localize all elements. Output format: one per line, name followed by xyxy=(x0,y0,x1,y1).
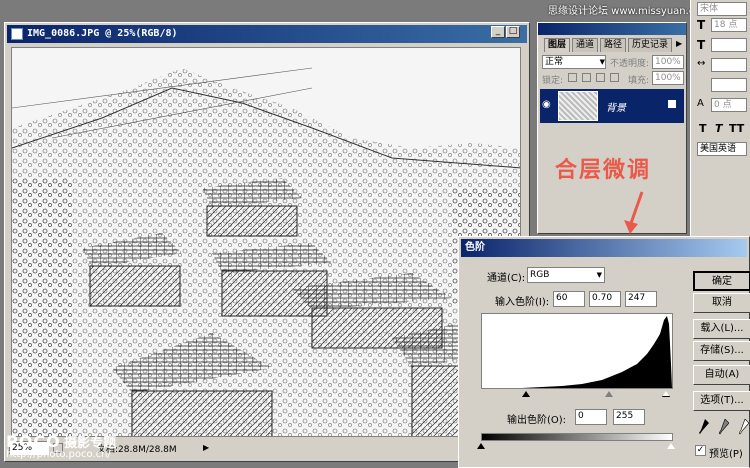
lock-brush-icon[interactable] xyxy=(582,73,591,82)
baseline-input[interactable]: 0 点 xyxy=(711,98,747,112)
lock-all-icon[interactable] xyxy=(610,73,619,82)
opacity-input[interactable]: 100% xyxy=(652,55,684,69)
ok-button[interactable]: 确定 xyxy=(693,271,750,291)
horizontal-scale-input[interactable] xyxy=(711,78,747,92)
poco-url: http://photo.poco.cn/ xyxy=(6,449,111,460)
tab-layers[interactable]: 图层 xyxy=(544,38,571,52)
font-size-icon: T xyxy=(697,18,706,32)
output-black-field[interactable]: 0 xyxy=(575,409,607,425)
image-canvas[interactable] xyxy=(11,47,521,437)
input-white-field[interactable]: 247 xyxy=(625,291,657,307)
panel-menu-icon[interactable]: ▶ xyxy=(676,39,682,48)
bold-style-button[interactable]: T xyxy=(699,122,707,135)
input-black-slider[interactable] xyxy=(522,391,530,397)
input-gamma-slider[interactable] xyxy=(605,391,613,397)
layer-thumbnail xyxy=(558,91,598,121)
font-size-input[interactable]: 18 点 xyxy=(711,18,747,32)
output-white-field[interactable]: 255 xyxy=(613,409,645,425)
output-gradient-bar xyxy=(481,433,673,441)
visibility-eye-icon[interactable]: ◉ xyxy=(542,99,554,111)
save-button[interactable]: 存储(S)... xyxy=(693,341,750,361)
cancel-button[interactable]: 取消 xyxy=(693,293,750,313)
output-black-slider[interactable] xyxy=(477,443,485,449)
layer-row-background[interactable]: ◉ 背景 xyxy=(540,89,684,123)
baseline-icon: A xyxy=(697,98,704,109)
character-panel: 宋体 T 18 点 T ↔ A 0 点 T T TT 美国英语 xyxy=(690,0,750,240)
maximize-button[interactable]: □ xyxy=(506,26,520,38)
annotation-text: 合层微调 xyxy=(555,158,652,183)
input-levels-label: 输入色阶(I): xyxy=(495,297,550,308)
tab-paths[interactable]: 路径 xyxy=(600,38,627,52)
levels-titlebar[interactable]: 色阶 xyxy=(461,239,747,257)
levels-dialog: 色阶 通道(C): RGB ▼ 输入色阶(I): 60 0.70 247 输出色阶… xyxy=(458,236,750,468)
sketch-photo xyxy=(12,48,520,436)
tab-channels[interactable]: 通道 xyxy=(572,38,599,52)
poco-watermark: POCO 摄影专题 http://photo.poco.cn/ xyxy=(6,432,116,460)
fill-input[interactable]: 100% xyxy=(652,71,684,85)
photoshop-doc-icon xyxy=(11,28,23,40)
layers-panel: 图层 通道 路径 历史记录 ▶ 正常 ▼ 不透明度: 100% 锁定: 填充: 1… xyxy=(537,22,687,234)
input-black-field[interactable]: 60 xyxy=(553,291,585,307)
italic-style-button[interactable]: T xyxy=(715,122,723,135)
preview-checkbox[interactable]: ✓ xyxy=(695,445,706,456)
tab-history[interactable]: 历史记录 xyxy=(628,38,673,52)
load-button[interactable]: 载入(L)... xyxy=(693,319,750,339)
allcaps-style-button[interactable]: TT xyxy=(729,122,744,135)
output-levels-label: 输出色阶(O): xyxy=(507,415,567,426)
watermark-top: 思缘设计论坛 www.missyuan.com xyxy=(548,6,711,17)
annotation-arrow-icon xyxy=(624,191,644,234)
white-eyedropper-icon[interactable] xyxy=(738,418,750,435)
document-titlebar[interactable]: IMG_0086.JPG @ 25%(RGB/8) xyxy=(7,25,527,43)
font-family-field[interactable]: 宋体 xyxy=(697,2,747,16)
document-title: IMG_0086.JPG @ 25%(RGB/8) xyxy=(27,28,178,39)
kerning-input[interactable] xyxy=(711,58,747,72)
gray-eyedropper-icon[interactable] xyxy=(718,418,730,435)
tracking-input[interactable] xyxy=(711,38,747,52)
preview-label[interactable]: 预览(P) xyxy=(709,445,743,460)
tracking-icon: T xyxy=(697,38,706,52)
input-white-slider[interactable] xyxy=(662,391,670,397)
black-eyedropper-icon[interactable] xyxy=(699,419,709,435)
channel-label: 通道(C): xyxy=(487,273,526,284)
minimize-button[interactable]: _ xyxy=(491,26,505,38)
document-window: IMG_0086.JPG @ 25%(RGB/8) _ □ × xyxy=(4,22,530,462)
auto-button[interactable]: 自动(A) xyxy=(693,365,750,385)
lock-label: 锁定: xyxy=(542,76,564,86)
fill-label: 填充: xyxy=(628,76,650,86)
levels-title: 色阶 xyxy=(465,242,485,253)
options-button[interactable]: 选项(T)... xyxy=(693,391,750,411)
lock-move-icon[interactable] xyxy=(596,73,605,82)
language-select[interactable]: 美国英语 xyxy=(697,142,747,156)
panel-grip[interactable] xyxy=(538,23,686,35)
input-gamma-field[interactable]: 0.70 xyxy=(589,291,621,307)
histogram-graph xyxy=(482,316,672,388)
histogram xyxy=(481,313,673,389)
channel-select[interactable]: RGB ▼ xyxy=(527,267,605,283)
kerning-icon: ↔ xyxy=(697,58,706,69)
status-menu-arrow[interactable]: ▶ xyxy=(203,443,209,452)
layer-name[interactable]: 背景 xyxy=(606,99,626,114)
output-white-slider[interactable] xyxy=(667,443,675,449)
layer-lock-icon xyxy=(668,100,676,108)
lock-transparency-icon[interactable] xyxy=(568,73,577,82)
blend-mode-select[interactable]: 正常 ▼ xyxy=(542,55,606,69)
opacity-label: 不透明度: xyxy=(610,59,650,69)
